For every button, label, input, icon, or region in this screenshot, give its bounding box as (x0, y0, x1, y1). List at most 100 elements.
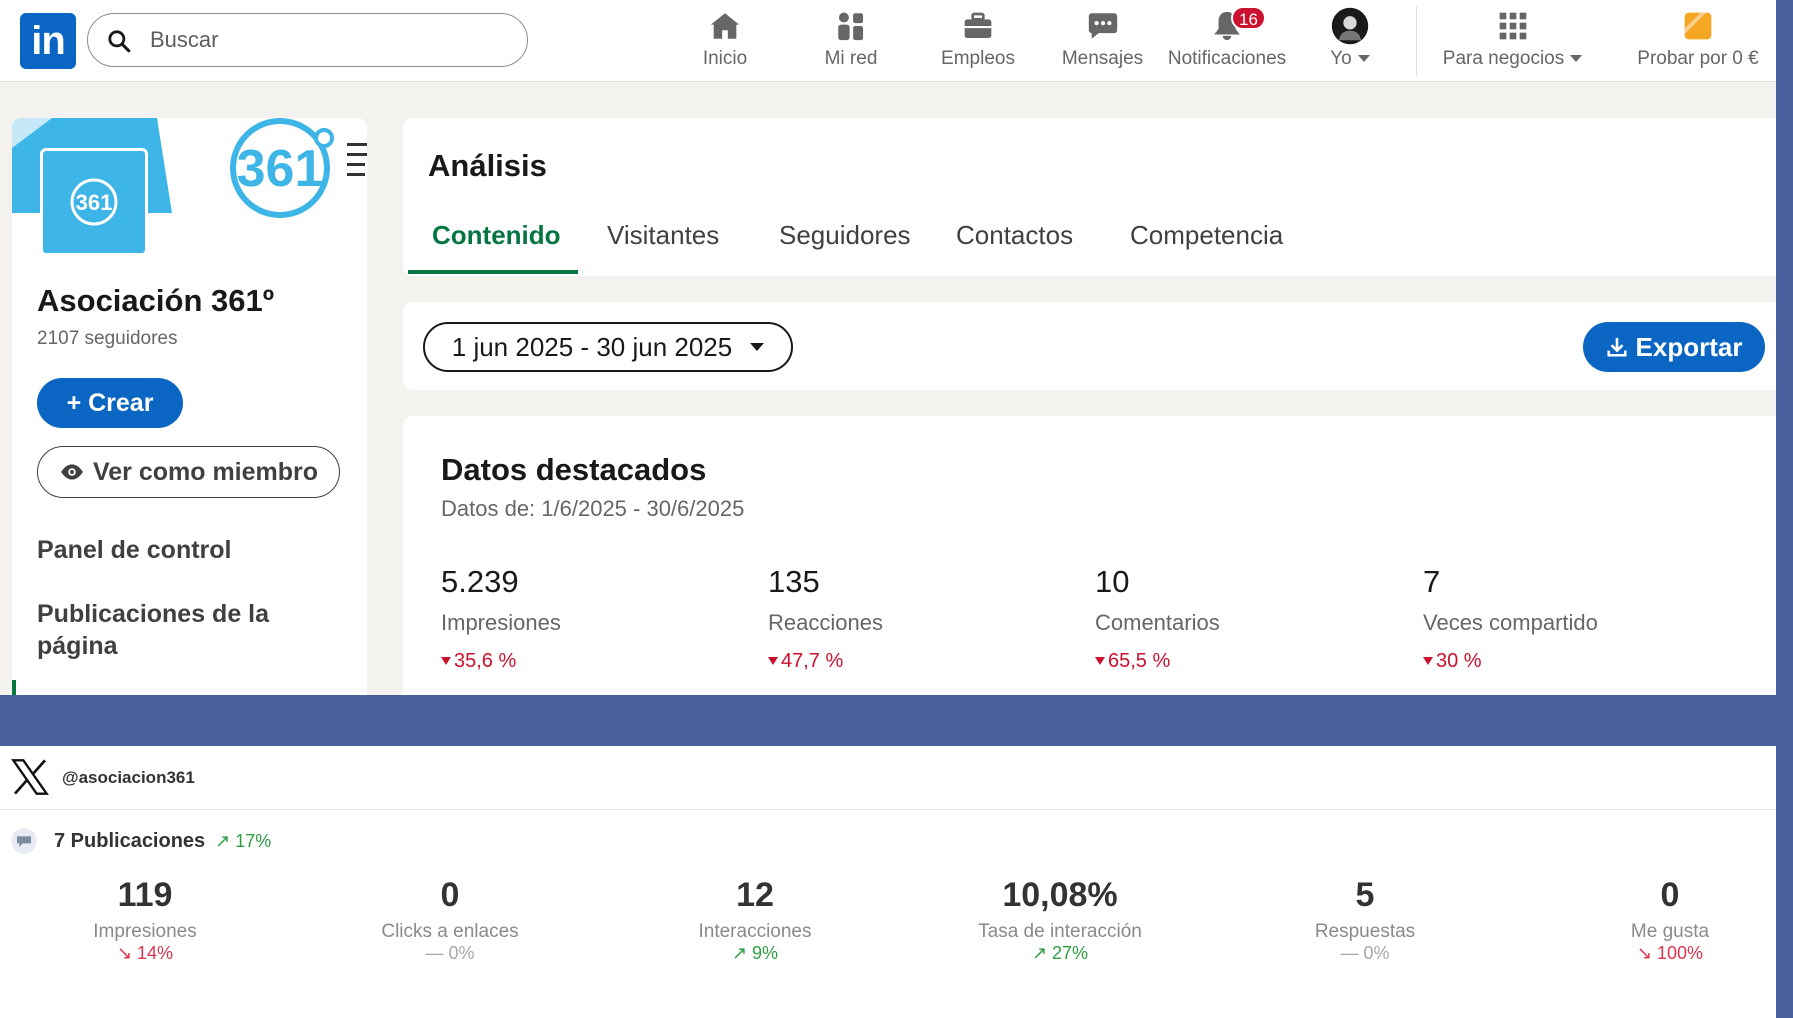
linkedin-panel: in Inicio (0, 0, 1776, 695)
speech-bubble-icon (11, 828, 37, 854)
linkedin-nav-bar: in Inicio (0, 0, 1776, 82)
nav-label-home: Inicio (702, 48, 748, 69)
metric-reactions: 135 Reacciones 47,7 % (768, 564, 1068, 673)
nav-item-jobs[interactable]: Empleos (928, 8, 1028, 74)
search-box[interactable] (87, 13, 528, 67)
trend-down-icon (441, 657, 451, 665)
x-metric-impressions: 119 Impresiones ↘ 14% (15, 876, 275, 964)
metric-value: 10 (1095, 564, 1130, 599)
plus-icon: + (66, 388, 89, 417)
nav-item-home[interactable]: Inicio (680, 8, 770, 74)
x-analytics-panel: @asociacion361 7 Publicaciones ↗ 17% 119… (0, 746, 1776, 1018)
sidebar-active-indicator (12, 680, 16, 695)
nav-item-premium[interactable]: Probar por 0 € (1628, 8, 1768, 74)
linkedin-logo[interactable]: in (20, 13, 76, 69)
metric-delta: ↘ 14% (116, 943, 174, 963)
metric-delta: 30 % (1423, 650, 1723, 673)
premium-icon (1684, 12, 1712, 40)
nav-label-jobs: Empleos (941, 48, 1015, 69)
metric-value: 5.239 (441, 564, 519, 599)
nav-label-premium: Probar por 0 € (1637, 48, 1759, 69)
x-metric-interactions: 12 Interacciones ↗ 9% (625, 876, 885, 964)
nav-item-business[interactable]: Para negocios (1430, 8, 1595, 74)
nav-divider (1416, 6, 1417, 76)
nav-item-network[interactable]: Mi red (806, 8, 896, 74)
x-posts-count: 7 Publicaciones (54, 829, 206, 852)
nav-label-network: Mi red (824, 48, 878, 69)
grid-icon (1499, 12, 1526, 40)
export-button[interactable]: Exportar (1583, 322, 1765, 372)
chevron-down-icon (1570, 55, 1583, 63)
metric-delta: ↗ 9% (731, 943, 779, 963)
create-button[interactable]: + Crear (37, 378, 183, 428)
nav-label-me: Yo (1310, 48, 1390, 70)
metric-label: Reacciones (768, 610, 883, 635)
home-icon (710, 13, 740, 39)
x-metric-replies: 5 Respuestas — 0% (1235, 876, 1495, 964)
metric-impressions: 5.239 Impresiones 35,6 % (441, 564, 741, 673)
metric-label: Veces compartido (1423, 610, 1598, 635)
search-input[interactable] (150, 22, 510, 58)
x-posts-summary: 7 Publicaciones ↗ 17% (10, 826, 271, 856)
metric-value: 135 (768, 564, 820, 599)
metric-delta: 65,5 % (1095, 650, 1395, 673)
metric-comments: 10 Comentarios 65,5 % (1095, 564, 1395, 673)
company-logo-text: 361 (76, 190, 113, 215)
date-range-label: 1 jun 2025 - 30 jun 2025 (451, 331, 733, 362)
x-header: @asociacion361 (0, 746, 1776, 810)
search-icon (108, 30, 131, 53)
date-range-dropdown[interactable]: 1 jun 2025 - 30 jun 2025 (423, 322, 793, 372)
metric-shares: 7 Veces compartido 30 % (1423, 564, 1723, 673)
metric-delta: 35,6 % (441, 650, 741, 673)
metric-label: Clicks a enlaces (381, 921, 519, 942)
view-as-member-button[interactable]: Ver como miembro (37, 446, 340, 498)
chevron-down-icon (1357, 55, 1370, 63)
metric-label: Respuestas (1314, 921, 1416, 942)
x-metric-likes: 0 Me gusta ↘ 100% (1540, 876, 1793, 964)
export-label: Exportar (1635, 331, 1743, 362)
nav-item-notifications[interactable]: 16 Notificaciones (1162, 6, 1292, 74)
tab-followers[interactable]: Seguidores (779, 220, 911, 251)
nav-item-me[interactable]: Yo (1310, 7, 1390, 74)
metric-label: Impresiones (441, 610, 561, 635)
x-account-handle[interactable]: @asociacion361 (62, 768, 195, 788)
date-range-card: 1 jun 2025 - 30 jun 2025 Exportar (403, 302, 1776, 390)
x-metric-engagement-rate: 10,08% Tasa de interacción ↗ 27% (930, 876, 1190, 964)
company-avatar[interactable]: 361 (40, 148, 148, 256)
x-posts-delta: ↗ 17% (215, 830, 272, 851)
metric-value: 10,08% (1002, 876, 1118, 914)
company-name: Asociación 361º (37, 283, 275, 318)
network-icon (838, 12, 864, 41)
tab-competition[interactable]: Competencia (1130, 220, 1283, 251)
metric-value: 119 (117, 876, 173, 914)
metric-label: Impresiones (93, 921, 197, 942)
company-sidebar: 361 361 Asociación 361º 2107 seguidores … (12, 118, 367, 695)
metric-value: 7 (1423, 564, 1441, 599)
tab-visitors[interactable]: Visitantes (607, 220, 719, 251)
notification-badge: 16 (1231, 6, 1266, 30)
trend-down-icon (768, 657, 778, 665)
highlights-card: Datos destacados Datos de: 1/6/2025 - 30… (403, 416, 1776, 695)
chevron-down-icon (750, 343, 765, 351)
nav-item-messages[interactable]: Mensajes (1055, 8, 1150, 74)
tab-contacts[interactable]: Contactos (956, 220, 1073, 251)
view-as-member-label: Ver como miembro (92, 457, 319, 486)
trend-down-icon (1423, 657, 1433, 665)
create-label: Crear (88, 388, 154, 417)
metric-label: Me gusta (1630, 921, 1710, 942)
analytics-title: Análisis (428, 148, 547, 183)
sidebar-link-page-posts[interactable]: Publicaciones de la página (37, 598, 297, 662)
messages-icon (1088, 13, 1117, 39)
trend-down-icon (1095, 657, 1105, 665)
tab-content[interactable]: Contenido (432, 220, 561, 251)
metric-value: 12 (736, 876, 774, 914)
active-tab-underline (408, 270, 578, 274)
sidebar-link-dashboard[interactable]: Panel de control (37, 536, 231, 565)
metric-delta: ↘ 100% (1636, 943, 1704, 963)
profile-avatar (1331, 7, 1369, 45)
metric-label: Comentarios (1095, 610, 1220, 635)
metric-value: 0 (1660, 876, 1680, 914)
nav-label-business: Para negocios (1430, 48, 1595, 70)
highlights-title: Datos destacados (441, 452, 707, 487)
metric-value: 5 (1355, 876, 1375, 914)
